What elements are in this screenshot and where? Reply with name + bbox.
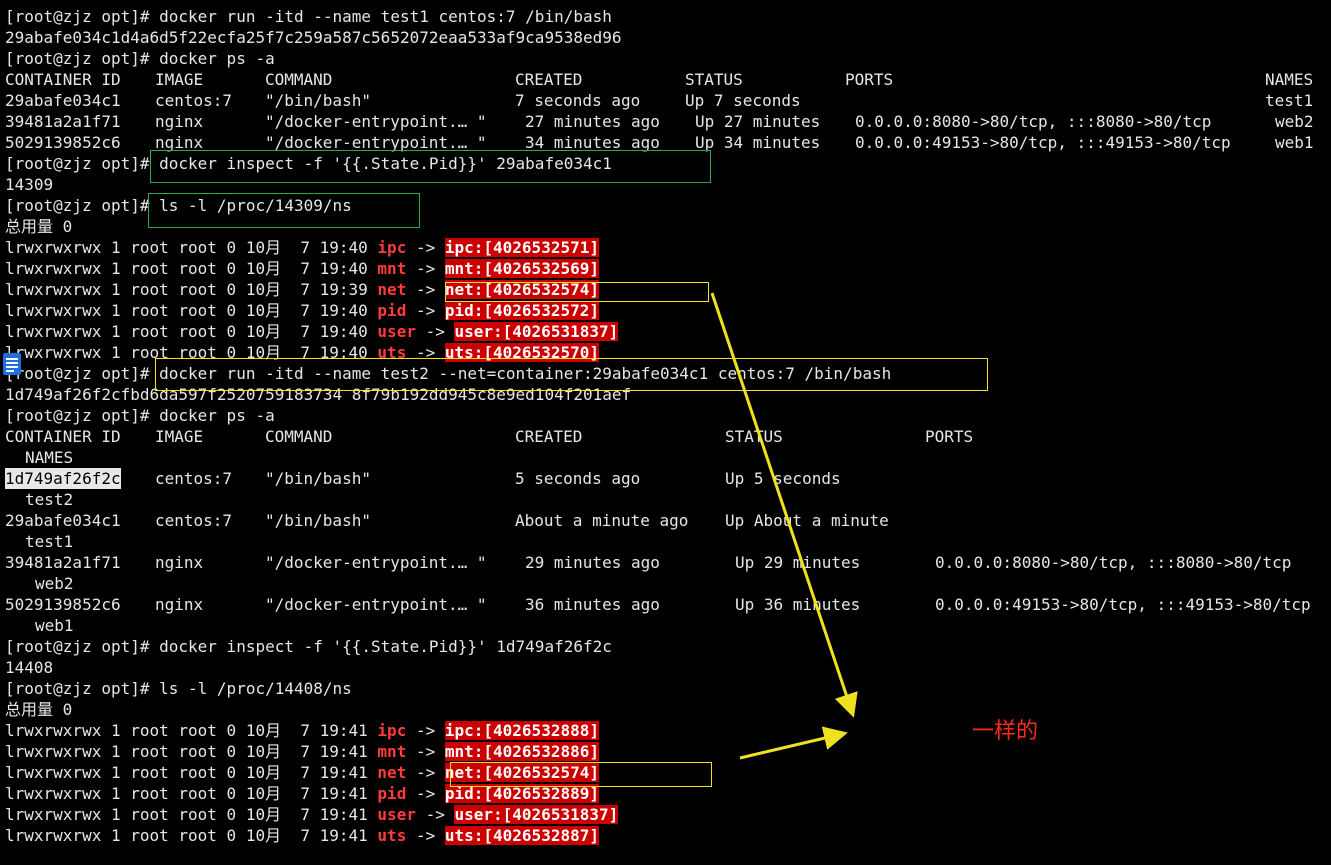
- right-arrow: [739, 726, 848, 760]
- annotation-arrows: [710, 292, 858, 760]
- document-icon[interactable]: [2, 352, 22, 376]
- same-annotation-note: 一样的: [972, 719, 1039, 744]
- down-arrow: [710, 292, 858, 718]
- terminal-screen: { "theme": { "background": "#000000", "f…: [0, 0, 1331, 865]
